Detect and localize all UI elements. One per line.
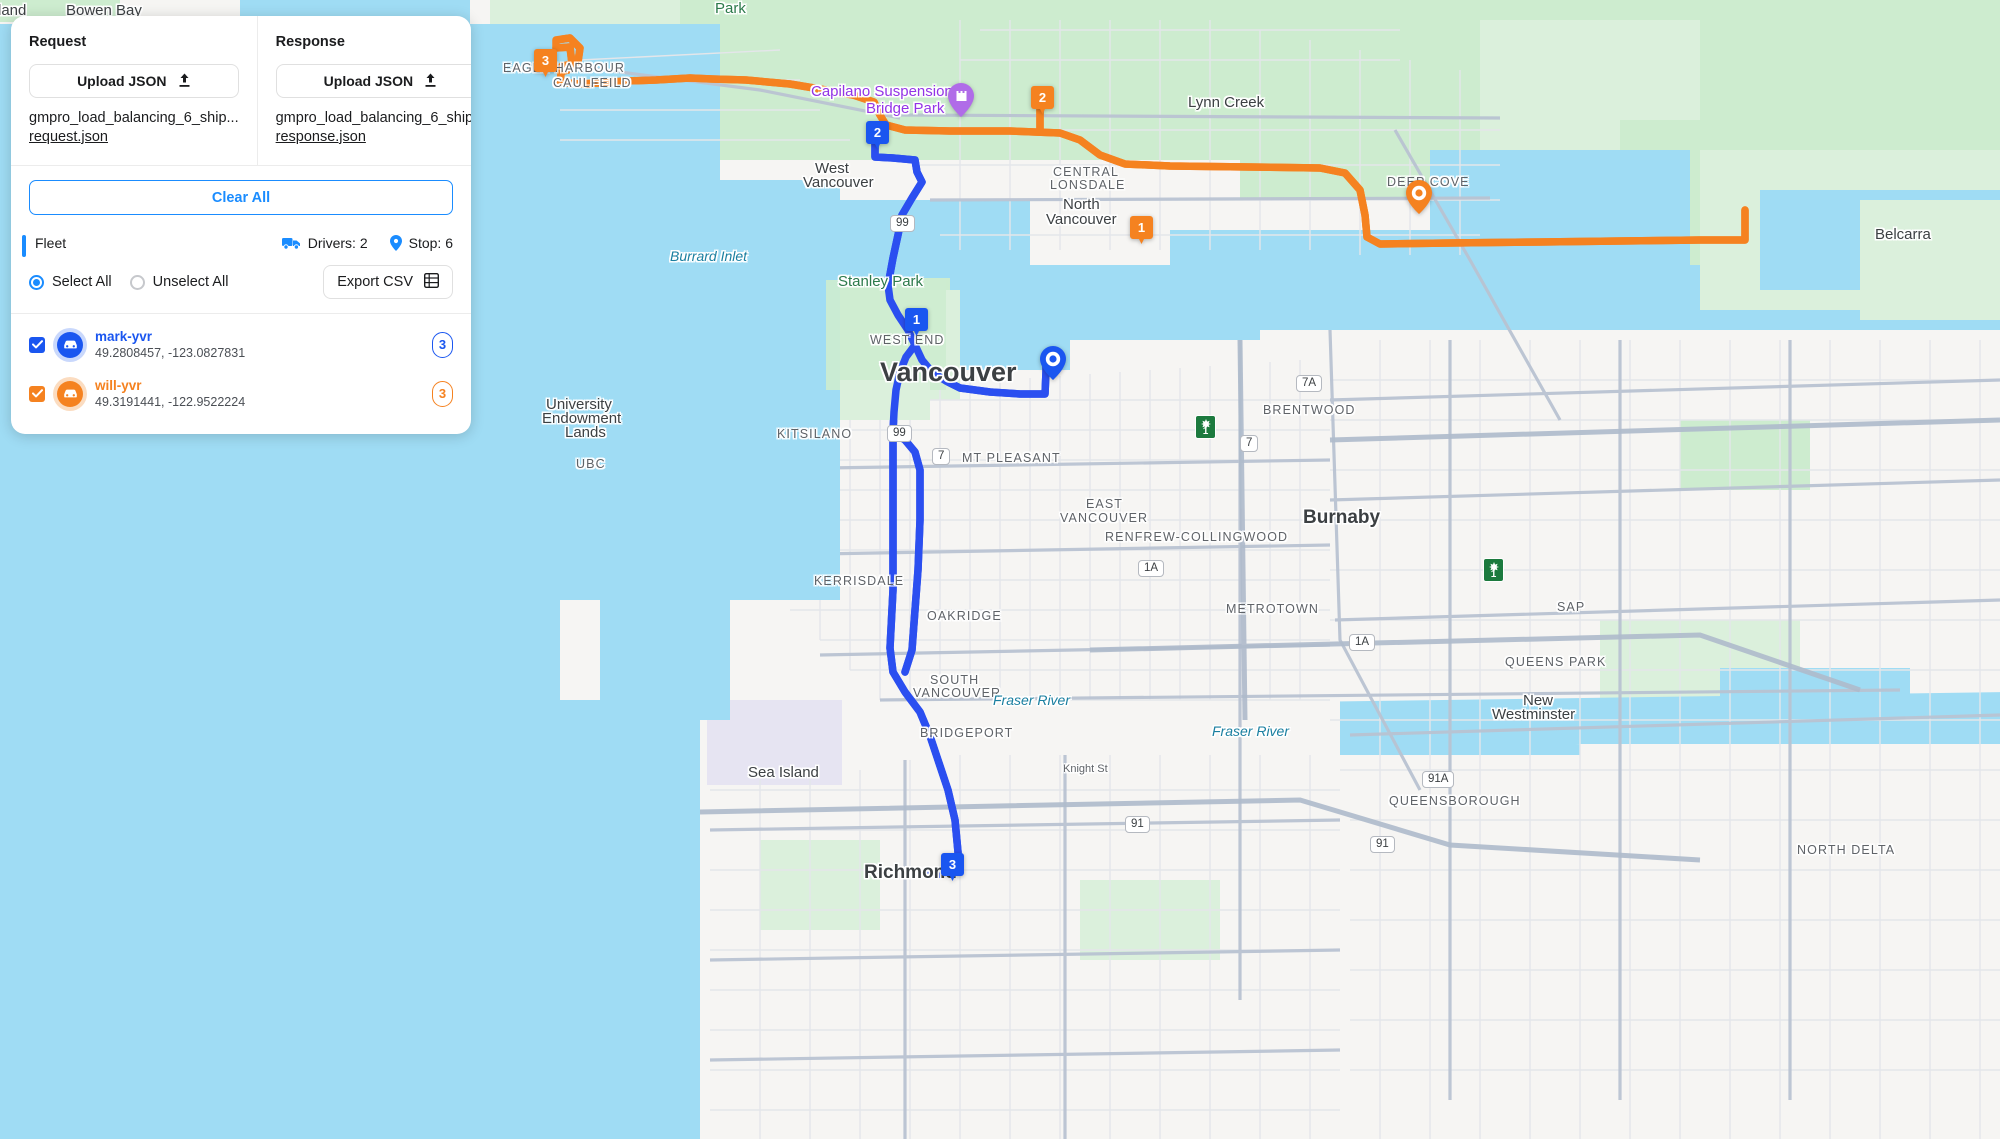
driver-name: will-yvr: [95, 378, 142, 393]
svg-text:1: 1: [1138, 220, 1145, 235]
unselect-all-label: Unselect All: [152, 274, 229, 290]
response-filename-link[interactable]: response.json: [276, 129, 471, 145]
stop-pin-stop-orange-2[interactable]: 2: [1031, 86, 1054, 118]
map-application: Bowen Bay land Park EAGLE HARBOUR CAULFEILD C…: [0, 0, 2000, 1139]
driver-info: will-yvr 49.3191441, -122.9522224: [95, 378, 245, 409]
driver-row[interactable]: will-yvr 49.3191441, -122.9522224 3: [11, 369, 471, 418]
selection-row: Select All Unselect All Export CSV: [11, 257, 471, 313]
request-filename-line1: gmpro_load_balancing_6_ship...: [29, 110, 239, 126]
unselect-all-radio-dot: [129, 274, 145, 290]
fleet-label: Fleet: [35, 235, 67, 251]
highway-shield-hwy-1a-b: 1A: [1349, 634, 1376, 652]
response-title: Response: [275, 34, 345, 50]
stop-pin-stop-blue-1[interactable]: 1: [905, 308, 928, 340]
poi-marker-capilano-poi[interactable]: [948, 83, 974, 117]
control-panel: Request Upload JSON gmpro_load_balancing…: [11, 16, 471, 434]
highway-shield-hwy-91-b: 91: [1370, 836, 1395, 854]
driver-checkbox[interactable]: [29, 336, 45, 353]
request-title: Request: [29, 34, 87, 50]
fleet-stats: Drivers: 2 Stop: 6: [281, 235, 453, 251]
io-section: Request Upload JSON gmpro_load_balancing…: [11, 16, 471, 165]
driver-coordinates: 49.2808457, -123.0827831: [95, 346, 246, 360]
driver-info: mark-yvr 49.2808457, -123.0827831: [95, 329, 245, 360]
pin-icon: [389, 235, 402, 251]
car-icon: [57, 380, 83, 407]
highway-shield-hwy-1-a: 1: [1195, 415, 1216, 439]
fleet-accent-bar: [22, 235, 26, 257]
stop-pin-stop-orange-3[interactable]: 3: [534, 49, 557, 81]
upload-request-label: Upload JSON: [77, 73, 167, 89]
svg-text:2: 2: [874, 125, 881, 140]
depot-marker-depot-will[interactable]: [1406, 180, 1432, 214]
highway-shield-hwy-1a-a: 1A: [1138, 560, 1165, 578]
upload-icon: [178, 73, 191, 90]
svg-text:3: 3: [542, 53, 549, 68]
request-filename-link[interactable]: request.json: [29, 129, 239, 145]
highway-shield-hwy-99-b: 99: [887, 425, 912, 443]
highway-shield-hwy-91-a: 91: [1125, 816, 1150, 834]
depot-marker-depot-mark[interactable]: [1040, 346, 1066, 380]
driver-checkbox[interactable]: [29, 385, 45, 402]
truck-icon: [281, 236, 301, 250]
response-filename-line1: gmpro_load_balancing_6_ship...: [275, 110, 471, 126]
response-column: Response Upload JSON gmpro_load_balancin…: [256, 16, 471, 165]
highway-shield-hwy-99-a: 99: [890, 215, 915, 233]
stops-stat-label: Stop: 6: [408, 235, 453, 251]
highway-shield-hwy-1-b: 1: [1483, 558, 1504, 582]
select-all-label: Select All: [52, 274, 112, 290]
upload-response-label: Upload JSON: [323, 73, 414, 89]
car-icon: [57, 331, 83, 358]
driver-row[interactable]: mark-yvr 49.2808457, -123.0827831 3: [11, 320, 471, 369]
request-column: Request Upload JSON gmpro_load_balancing…: [11, 16, 257, 165]
stops-stat: Stop: 6: [389, 235, 453, 251]
clear-all-button[interactable]: Clear All: [29, 180, 453, 215]
svg-text:2: 2: [1039, 90, 1046, 105]
highway-shield-hwy-7-b: 7: [1240, 435, 1259, 453]
export-csv-button[interactable]: Export CSV: [323, 265, 453, 299]
highway-shield-hwy-91a: 91A: [1422, 771, 1455, 789]
upload-request-json-button[interactable]: Upload JSON: [29, 64, 239, 98]
drivers-stat-label: Drivers: 2: [307, 235, 368, 251]
table-icon: [423, 272, 440, 292]
driver-stop-count-badge: 3: [432, 331, 453, 358]
stop-pin-stop-blue-3[interactable]: 3: [941, 853, 964, 885]
driver-name: mark-yvr: [95, 329, 153, 344]
fleet-header: Fleet Drivers: 2 Stop: 6: [11, 227, 471, 257]
upload-icon: [424, 73, 437, 90]
drivers-stat: Drivers: 2: [281, 235, 368, 251]
driver-stop-count-badge: 3: [432, 380, 453, 407]
select-all-radio-dot: [29, 274, 44, 290]
stop-pin-stop-blue-2[interactable]: 2: [866, 121, 889, 153]
select-all-radio[interactable]: Select All: [29, 274, 112, 290]
unselect-all-radio[interactable]: Unselect All: [129, 274, 229, 290]
clear-all-section: Clear All: [11, 166, 471, 227]
svg-text:3: 3: [949, 857, 956, 872]
highway-shield-hwy-7: 7: [932, 448, 951, 466]
svg-text:1: 1: [913, 312, 920, 327]
stop-pin-stop-orange-1[interactable]: 1: [1130, 216, 1153, 248]
export-csv-label: Export CSV: [337, 274, 413, 290]
highway-shield-hwy-7a: 7A: [1296, 375, 1323, 393]
driver-list: mark-yvr 49.2808457, -123.0827831 3 will-yv…: [11, 314, 471, 434]
upload-response-json-button[interactable]: Upload JSON: [275, 64, 471, 98]
driver-coordinates: 49.3191441, -122.9522224: [95, 395, 246, 409]
